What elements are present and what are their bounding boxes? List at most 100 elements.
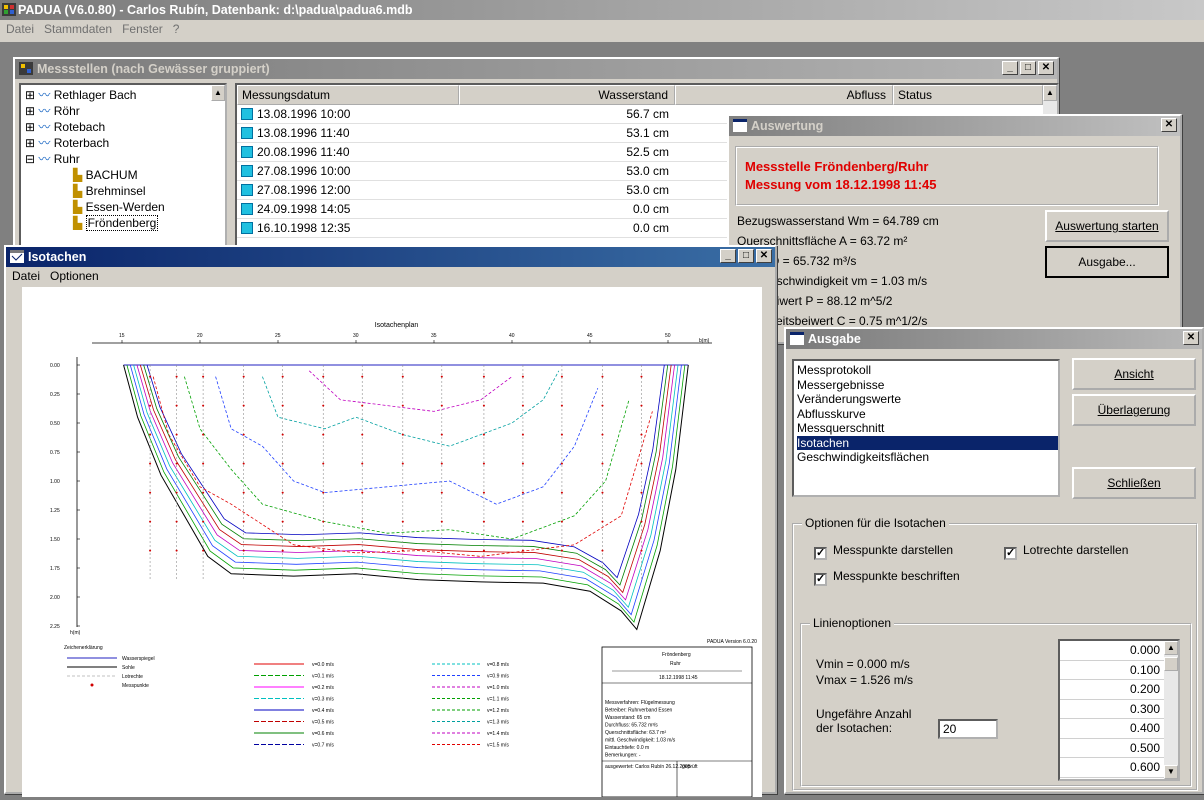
wasserstand-cell: 53.1 cm: [626, 126, 669, 140]
tree-item-bachum[interactable]: ▙ BACHUM: [25, 167, 225, 183]
messpunkt: [440, 491, 443, 494]
close-button[interactable]: ✕: [1183, 331, 1199, 345]
ausgabe-dialog: Ausgabe ✕ Messprotokoll Messergebnisse V…: [784, 327, 1204, 794]
messpunkte-beschriften-checkbox[interactable]: ✓ Messpunkte beschriften: [814, 569, 960, 586]
ueberlagerung-button[interactable]: Überlagerung: [1072, 394, 1196, 426]
messpunkt: [322, 404, 325, 407]
gewaesser-tree[interactable]: ⊞ 〰 Rethlager Bach ⊞ 〰 Röhr ⊞ 〰 Rotebach…: [19, 83, 227, 263]
minimize-button[interactable]: _: [1002, 61, 1018, 75]
datum-cell: 13.08.1996 10:00: [257, 107, 351, 121]
list-item[interactable]: Messquerschnitt: [797, 421, 1058, 436]
maximize-button[interactable]: □: [1020, 61, 1036, 75]
messpunkte-darstellen-checkbox[interactable]: ✓ Messpunkte darstellen: [814, 543, 953, 560]
lotrechte-darstellen-checkbox[interactable]: ✓ Lotrechte darstellen: [1004, 543, 1128, 560]
measurement-icon: [241, 165, 253, 177]
level-item[interactable]: 0.200: [1060, 680, 1178, 700]
messpunkt: [149, 462, 152, 465]
messpunkt: [322, 375, 325, 378]
anzahl-isotachen-input[interactable]: 20: [938, 719, 998, 739]
messpunkt: [521, 404, 524, 407]
messpunkt: [640, 404, 643, 407]
menu-fenster[interactable]: Fenster: [122, 20, 163, 38]
close-button[interactable]: ✕: [1038, 61, 1054, 75]
ausgabe-list[interactable]: Messprotokoll Messergebnisse Veränderung…: [792, 359, 1060, 497]
messpunkt: [440, 404, 443, 407]
list-item[interactable]: Messprotokoll: [797, 363, 1058, 378]
close-button[interactable]: ✕: [1161, 118, 1177, 132]
list-item[interactable]: Geschwindigkeitsflächen: [797, 450, 1058, 465]
x-tick-label: 45: [587, 333, 593, 339]
list-item[interactable]: Messergebnisse: [797, 378, 1058, 393]
datum-cell: 27.08.1996 12:00: [257, 183, 351, 197]
messpunkt: [361, 404, 364, 407]
tree-item-froendenberg[interactable]: ▙ Fröndenberg: [25, 215, 225, 231]
list-item[interactable]: Veränderungswerte: [797, 392, 1058, 407]
messpunkt: [482, 404, 485, 407]
minimize-button[interactable]: _: [720, 249, 736, 263]
menu-datei[interactable]: Datei: [12, 267, 40, 285]
col-header-datum[interactable]: Messungsdatum: [237, 85, 459, 105]
tree-item-brehminsel[interactable]: ▙ Brehminsel: [25, 183, 225, 199]
tree-item-essen-werden[interactable]: ▙ Essen-Werden: [25, 199, 225, 215]
list-item[interactable]: Abflusskurve: [797, 407, 1058, 422]
level-item[interactable]: 0.400: [1060, 719, 1178, 739]
messpunkt: [361, 549, 364, 552]
y-tick-label: 0.25: [50, 392, 60, 398]
x-tick-label: 30: [353, 333, 359, 339]
ansicht-button[interactable]: Ansicht: [1072, 358, 1196, 390]
ausgabe-button[interactable]: Ausgabe...: [1045, 246, 1169, 278]
x-tick-label: 15: [119, 333, 125, 339]
messpunkt: [322, 520, 325, 523]
level-item[interactable]: 0.500: [1060, 739, 1178, 758]
levels-scrollbar[interactable]: ▲ ▼: [1164, 641, 1178, 779]
maximize-button[interactable]: □: [738, 249, 754, 263]
tree-item-roehr[interactable]: ⊞ 〰 Röhr: [25, 103, 225, 119]
messpunkt: [242, 491, 245, 494]
list-item-selected[interactable]: Isotachen: [797, 435, 1058, 450]
isotachen-levels-list[interactable]: 0.000 0.100 0.200 0.300 0.400 0.500 0.600 ▲ ▼: [1058, 639, 1180, 781]
datum-cell: 27.08.1996 10:00: [257, 164, 351, 178]
gauge-icon: ▙: [73, 168, 83, 182]
level-item[interactable]: 0.000: [1060, 641, 1178, 661]
schliessen-button[interactable]: Schließen: [1072, 467, 1196, 499]
legend-label: v=0.3 m/s: [312, 697, 334, 703]
level-item[interactable]: 0.600: [1060, 758, 1178, 778]
tree-item-rethlager-bach[interactable]: ⊞ 〰 Rethlager Bach: [25, 87, 225, 103]
ausgabe-title: Ausgabe: [808, 332, 861, 346]
menu-stammdaten[interactable]: Stammdaten: [44, 20, 112, 38]
messpunkt: [242, 375, 245, 378]
app-title-bar: PADUA (V6.0.80) - Carlos Rubín, Datenban…: [0, 0, 1204, 20]
check-icon: ✓: [814, 573, 827, 586]
tree-item-ruhr[interactable]: ⊟ 〰 Ruhr: [25, 151, 225, 167]
auswertung-starten-button[interactable]: Auswertung starten: [1045, 210, 1169, 242]
y-tick-label: 0.75: [50, 450, 60, 456]
river-icon: 〰: [38, 120, 51, 134]
col-header-abfluss[interactable]: Abfluss: [675, 85, 893, 105]
isotach-line: [146, 364, 665, 579]
tree-scrollbar[interactable]: ▲: [211, 85, 225, 101]
close-button[interactable]: ✕: [756, 249, 772, 263]
messpunkt: [560, 404, 563, 407]
box-head-river: Ruhr: [670, 661, 681, 667]
level-item[interactable]: 0.300: [1060, 700, 1178, 719]
result-line: Querschnittsfläche A = 63.72 m²: [737, 234, 908, 248]
messpunkt: [281, 375, 284, 378]
messpunkt: [175, 404, 178, 407]
messstellen-title: Messstellen (nach Gewässer gruppiert): [37, 62, 270, 76]
messpunkt: [560, 549, 563, 552]
messpunkt: [521, 520, 524, 523]
messpunkt: [175, 375, 178, 378]
tree-item-rotebach[interactable]: ⊞ 〰 Rotebach: [25, 119, 225, 135]
messpunkt: [401, 375, 404, 378]
messpunkt: [361, 520, 364, 523]
tree-item-roterbach[interactable]: ⊞ 〰 Roterbach: [25, 135, 225, 151]
menu-help[interactable]: ?: [173, 20, 180, 38]
level-item[interactable]: 0.100: [1060, 661, 1178, 680]
messpunkt: [521, 549, 524, 552]
menu-datei[interactable]: Datei: [6, 20, 34, 38]
menu-optionen[interactable]: Optionen: [50, 267, 99, 285]
isotachen-options-title: Optionen für die Isotachen: [802, 516, 949, 530]
legend-label: v=0.5 m/s: [312, 720, 334, 726]
col-header-status[interactable]: Status: [893, 85, 1043, 105]
col-header-wasserstand[interactable]: Wasserstand: [459, 85, 675, 105]
